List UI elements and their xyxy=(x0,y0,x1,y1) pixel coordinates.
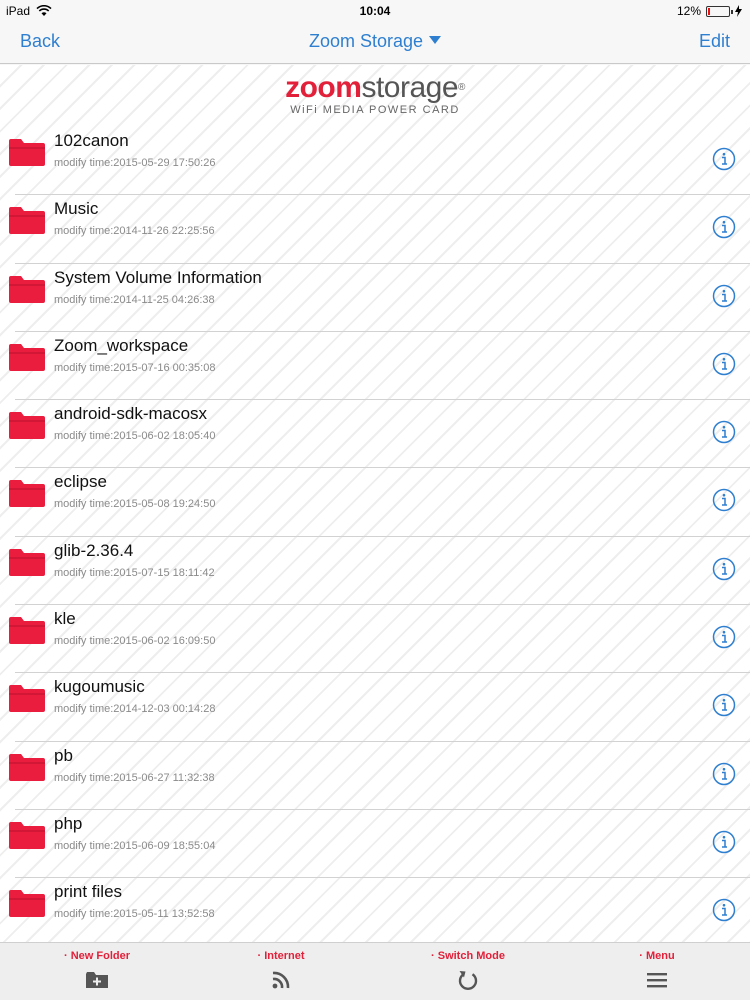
switch-mode-label: · Switch Mode xyxy=(431,950,505,962)
menu-label: · Menu xyxy=(639,950,675,962)
file-name: Music xyxy=(54,199,99,219)
file-row[interactable]: print files modify time:2015-05-11 13:52:… xyxy=(0,878,750,942)
status-time: 10:04 xyxy=(359,4,391,18)
folder-icon xyxy=(9,480,45,508)
file-name: php xyxy=(54,813,83,833)
status-bar: iPad 10:04 12% xyxy=(0,0,750,22)
info-icon[interactable] xyxy=(712,215,736,239)
file-row[interactable]: Music modify time:2014-11-26 22:25:56 xyxy=(0,195,750,264)
folder-icon xyxy=(9,548,45,576)
info-icon[interactable] xyxy=(712,557,736,581)
file-modify-time: modify time:2014-11-26 22:25:56 xyxy=(54,225,215,238)
file-name: pb xyxy=(54,745,73,765)
new-folder-label: · New Folder xyxy=(63,950,130,962)
content-area: zoomstorage® WiFi MEDIA POWER CARD 102ca… xyxy=(0,65,750,942)
file-row[interactable]: glib-2.36.4 modify time:2015-07-15 18:11:… xyxy=(0,537,750,606)
info-icon[interactable] xyxy=(712,693,736,717)
file-modify-time: modify time:2014-12-03 00:14:28 xyxy=(54,703,216,716)
edit-button[interactable]: Edit xyxy=(699,31,730,52)
file-name: print files xyxy=(54,882,123,902)
file-modify-time: modify time:2015-06-02 16:09:50 xyxy=(54,635,216,648)
file-row[interactable]: kugoumusic modify time:2014-12-03 00:14:2… xyxy=(0,673,750,742)
battery-icon xyxy=(706,5,733,17)
file-modify-time: modify time:2015-06-02 18:05:40 xyxy=(54,430,216,443)
folder-icon xyxy=(9,685,45,713)
new-folder-button[interactable]: · New Folder xyxy=(27,943,167,1000)
folder-icon xyxy=(9,207,45,235)
rss-icon xyxy=(272,971,290,989)
refresh-icon xyxy=(458,971,478,991)
file-row[interactable]: Zoom_workspacemodify time:2015-07-16 00:… xyxy=(0,332,750,401)
switch-mode-button[interactable]: · Switch Mode xyxy=(398,943,538,1000)
internet-button[interactable]: · Internet xyxy=(211,943,351,1000)
folder-icon xyxy=(9,753,45,781)
file-list: 102canon modify time:2015-05-29 17:50:26 M… xyxy=(0,127,750,942)
folder-icon xyxy=(9,275,45,303)
file-modify-time: modify time:2015-06-09 18:55:04 xyxy=(54,839,216,852)
info-icon[interactable] xyxy=(712,352,736,376)
info-icon[interactable] xyxy=(712,488,736,512)
file-row[interactable]: eclipse modify time:2015-05-08 19:24:50 xyxy=(0,468,750,538)
file-modify-time: modify time:2015-06-27 11:32:38 xyxy=(54,771,215,784)
logo-tagline: WiFi MEDIA POWER CARD xyxy=(290,104,460,116)
hamburger-menu-icon xyxy=(647,973,667,988)
file-modify-time: modify time:2015-07-15 18:11:42 xyxy=(54,566,215,579)
bottom-toolbar: · New Folder · Internet · Switch Mode · … xyxy=(0,942,750,1000)
info-icon[interactable] xyxy=(712,284,736,308)
info-icon[interactable] xyxy=(712,898,736,922)
file-row[interactable]: kle modify time:2015-06-02 16:09:50 xyxy=(0,605,750,674)
file-name: Zoom_workspace xyxy=(54,335,189,355)
file-name: System Volume Information xyxy=(54,267,262,287)
folder-icon xyxy=(9,139,45,166)
status-right: 12% xyxy=(677,4,742,18)
file-modify-time: modify time:2015-07-16 00:35:08 xyxy=(54,361,216,374)
folder-icon xyxy=(9,890,45,918)
storage-selector[interactable]: Zoom Storage xyxy=(0,31,750,52)
folder-icon xyxy=(9,412,45,440)
nav-title-label: Zoom Storage xyxy=(308,31,424,51)
info-icon[interactable] xyxy=(712,830,736,854)
charging-icon xyxy=(735,5,742,17)
file-name: android-sdk-macosx xyxy=(54,404,208,424)
file-name: kle xyxy=(54,609,76,629)
file-modify-time: modify time:2015-05-29 17:50:26 xyxy=(54,157,216,169)
file-modify-time: modify time:2014-11-25 04:26:38 xyxy=(54,293,215,306)
file-row[interactable]: System Volume Information modify time:201… xyxy=(0,264,750,333)
file-name: glib-2.36.4 xyxy=(54,540,134,560)
logo-wordmark: zoomstorage® xyxy=(285,71,465,104)
info-icon[interactable] xyxy=(712,625,736,649)
file-modify-time: modify time:2015-05-11 13:52:58 xyxy=(54,908,215,921)
file-row[interactable]: android-sdk-macosx modify time:2015-06-02… xyxy=(0,400,750,469)
file-name: 102canon xyxy=(54,131,129,150)
file-modify-time: modify time:2015-05-08 19:24:50 xyxy=(54,498,216,511)
battery-percent: 12% xyxy=(676,4,701,18)
menu-button[interactable]: · Menu xyxy=(587,943,727,1000)
file-row[interactable]: pb modify time:2015-06-27 11:32:38 xyxy=(0,742,750,811)
navigation-bar: Back Zoom Storage Edit xyxy=(0,22,750,64)
file-row[interactable]: 102canon modify time:2015-05-29 17:50:26 xyxy=(0,127,750,196)
info-icon[interactable] xyxy=(712,762,736,786)
file-row[interactable]: php modify time:2015-06-09 18:55:04 xyxy=(0,810,750,879)
folder-icon xyxy=(9,343,45,371)
file-name: kugoumusic xyxy=(54,677,145,697)
folder-icon xyxy=(9,821,45,849)
internet-label: · Internet xyxy=(257,950,305,962)
new-folder-icon xyxy=(86,972,108,988)
info-icon[interactable] xyxy=(712,420,736,444)
zoom-storage-logo: zoomstorage® WiFi MEDIA POWER CARD xyxy=(0,71,750,117)
folder-icon xyxy=(9,617,45,645)
file-name: eclipse xyxy=(54,472,107,492)
info-icon[interactable] xyxy=(712,147,736,171)
caret-down-icon xyxy=(429,36,442,44)
